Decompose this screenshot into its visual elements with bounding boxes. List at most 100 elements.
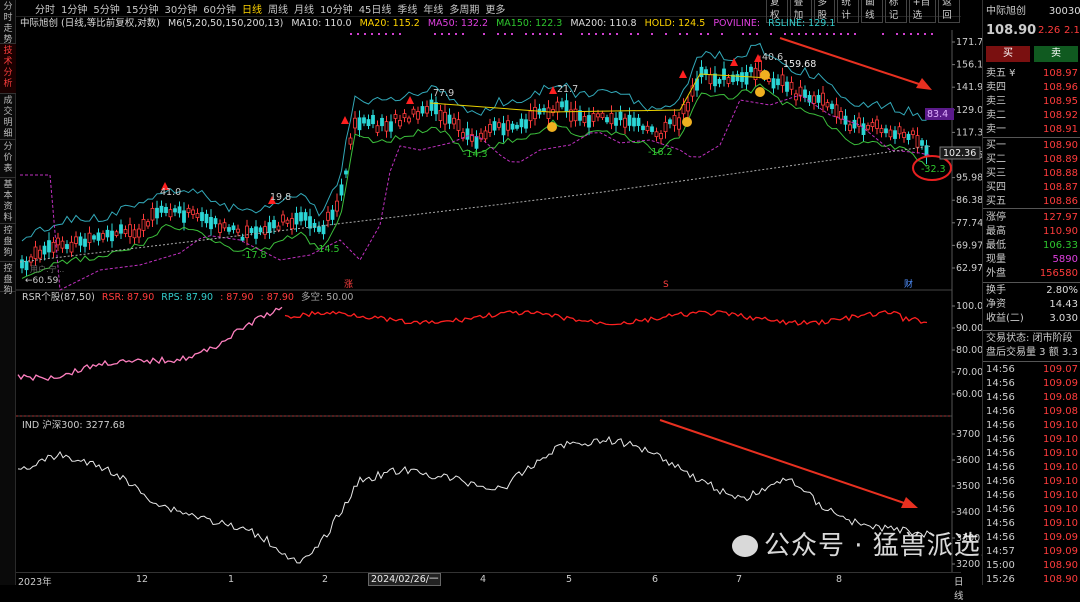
candle-body (389, 121, 393, 132)
signal-dot-top (595, 33, 597, 35)
candle-body (308, 216, 312, 229)
last-price-tag-text: 102.36 (943, 148, 976, 159)
signal-dot-top (378, 33, 380, 35)
candle-body (452, 117, 456, 125)
signal-dot-top (910, 33, 912, 35)
candle-body (515, 124, 519, 129)
candle-body (582, 116, 587, 123)
candle-body (672, 114, 677, 126)
axis-label: 90.00 (956, 323, 982, 334)
candle-body (114, 231, 119, 236)
candle-body (173, 208, 177, 213)
axis-label: 86.38 (956, 195, 982, 206)
signal-dot-top (840, 33, 842, 35)
signal-dot-top (371, 33, 373, 35)
axis-label: 95.98 (956, 173, 982, 184)
candle-body (546, 107, 551, 119)
axis-label: 69.97 (956, 240, 982, 251)
candle-body (456, 119, 461, 131)
candle-body (321, 224, 326, 235)
candle-body (204, 213, 209, 224)
candle-body (42, 245, 47, 255)
kline-chart[interactable]: ←60.59 用户:宁... 41.0 19.8 -17.8 -14.5 77.… (0, 0, 982, 585)
candle-body (519, 118, 524, 128)
candle-body (110, 230, 114, 242)
time-tick: 1 (228, 574, 235, 585)
candle-body (398, 120, 402, 127)
signal-dot-top (798, 33, 800, 35)
candle-body (245, 225, 249, 238)
signal-dot-top (532, 33, 534, 35)
signal-dot-top (651, 33, 653, 35)
time-tick: 8 (836, 574, 843, 585)
stat-row: 最高 110.90 (986, 226, 1078, 237)
candle-body (38, 249, 42, 259)
stats2-row: 收益(二) 3.030 (986, 313, 1078, 324)
candle-body (285, 219, 290, 224)
signal-dot-top (504, 33, 506, 35)
signal-dot-top (903, 33, 905, 35)
signal-dot-top (609, 33, 611, 35)
axis-label: 141.9 (956, 82, 982, 93)
candle-body (393, 114, 398, 119)
time-tick: 2 (322, 574, 329, 585)
candle-body (60, 240, 65, 249)
ask-row: 卖一 108.91 (986, 124, 1078, 135)
candle-body (222, 222, 227, 229)
candle-body (83, 238, 87, 247)
candle-body (56, 237, 60, 246)
candle-body (96, 232, 101, 241)
candle-body (155, 207, 159, 219)
signal-dot (682, 117, 692, 127)
candle-body (434, 102, 438, 115)
signal-dot-top (896, 33, 898, 35)
candle-body (78, 236, 83, 246)
candle-body (366, 119, 371, 127)
label-77-9: 77.9 (433, 88, 454, 99)
candle-body (884, 128, 888, 134)
signal-dot-top (742, 33, 744, 35)
label-low-start: ←60.59 (25, 276, 59, 286)
candle-body (425, 106, 429, 114)
wechat-icon (732, 535, 758, 557)
candle-body (231, 225, 236, 231)
label-40-6: 40.6 (762, 52, 783, 63)
tick-row: 14:56 109.10 (986, 476, 1078, 487)
signal-dot-top (637, 33, 639, 35)
candle-body (879, 128, 884, 134)
tick-row: 15:00 108.90 (986, 560, 1078, 571)
signal-dot-top (553, 33, 555, 35)
label-neg-32-3: -32.3 (921, 164, 946, 175)
signal-dot-top (455, 33, 457, 35)
signal-dot-top (917, 33, 919, 35)
tick-row: 14:56 109.10 (986, 518, 1078, 529)
stat-row: 涨停 127.97 (986, 212, 1078, 223)
candle-body (380, 117, 384, 127)
candle-body (627, 114, 632, 126)
candle-body (785, 81, 789, 92)
candle-body (150, 207, 155, 221)
sell-button[interactable]: 卖 (1034, 46, 1078, 62)
candle-body (911, 130, 915, 135)
rsline-tag-text: 83.4 (927, 109, 948, 120)
tick-row: 14:56 109.10 (986, 420, 1078, 431)
candle-body (411, 108, 416, 115)
signal-triangle (406, 96, 414, 104)
axis-label: 77.74 (956, 218, 982, 229)
time-axis: 2023年1212345678日线2024/02/26/一 (16, 572, 964, 602)
candle-body (618, 111, 623, 121)
candle-body (870, 122, 875, 127)
candle-body (713, 73, 717, 87)
candle-body (591, 113, 596, 122)
candle-body (299, 212, 303, 222)
signal-dot-top (483, 33, 485, 35)
candle-body (177, 206, 182, 214)
axis-label: 70.00 (956, 367, 982, 378)
candle-body (510, 123, 515, 130)
candle-body (744, 72, 749, 85)
buy-button[interactable]: 买 (986, 46, 1030, 62)
candle-body (609, 113, 614, 125)
candle-body (195, 213, 200, 218)
signal-dot-top (581, 33, 583, 35)
signal-dot-top (357, 33, 359, 35)
